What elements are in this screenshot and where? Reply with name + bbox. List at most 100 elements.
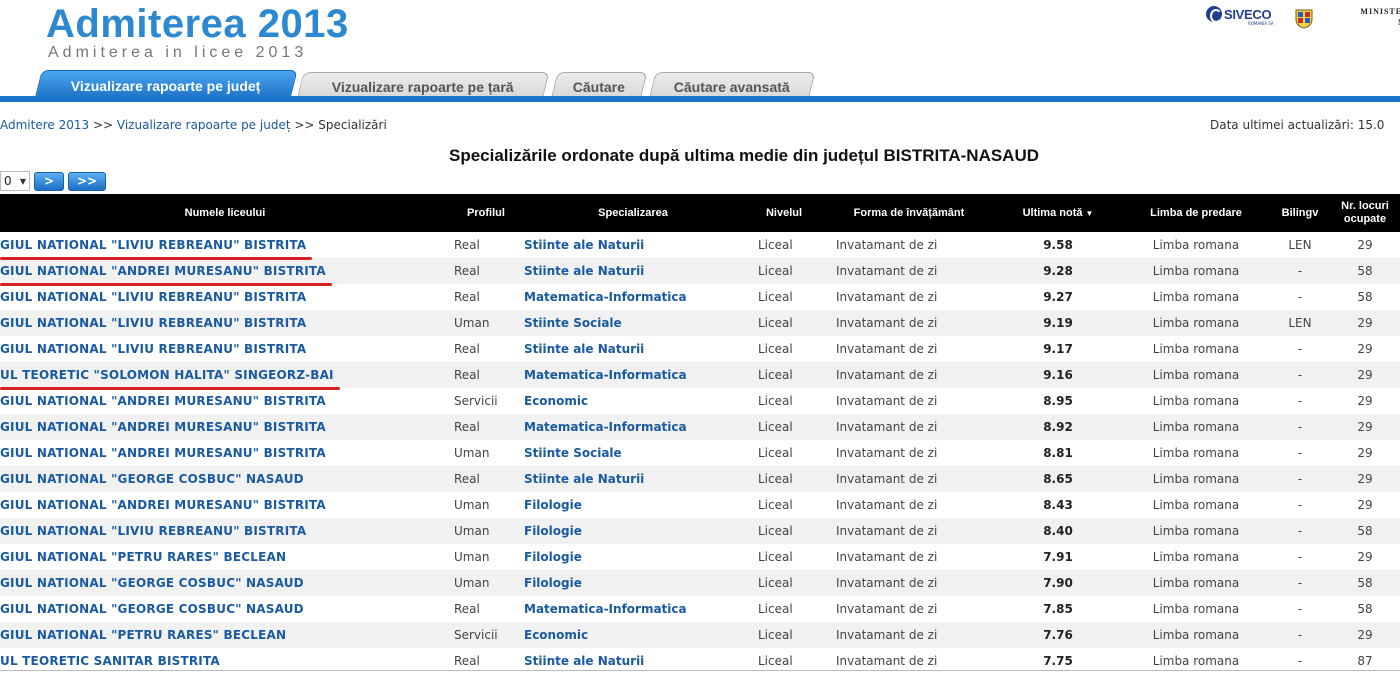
cell-locuri: 29 (1357, 394, 1373, 408)
cell-bilingv: - (1297, 550, 1303, 564)
cell-profil: Uman (454, 498, 490, 512)
page-heading: Specializările ordonate după ultima medi… (448, 146, 1040, 165)
cell-school[interactable]: UL TEORETIC "SOLOMON HALITA" SINGEORZ-BA… (0, 362, 450, 390)
breadcrumb-rapoarte-link[interactable]: Vizualizare rapoarte pe județ (117, 118, 291, 132)
cell-spec[interactable]: Filologie (522, 492, 744, 518)
ministry-line-2: NAȚI (1342, 17, 1400, 28)
cell-spec[interactable]: Stiinte ale Naturii (522, 336, 744, 362)
cell-profil: Real (454, 420, 480, 434)
table-row: GIUL NATIONAL "LIVIU REBREANU" BISTRITA U… (0, 310, 1400, 336)
cell-forma: Invatamant de zi (836, 394, 938, 408)
table-row: UL TEORETIC "SOLOMON HALITA" SINGEORZ-BA… (0, 362, 1400, 390)
cell-nota: 9.27 (1043, 290, 1073, 304)
cell-bilingv: LEN (1288, 238, 1312, 252)
breadcrumb: Admitere 2013 >> Vizualizare rapoarte pe… (0, 118, 387, 132)
school-link[interactable]: GIUL NATIONAL "LIVIU REBREANU" BISTRITA (0, 238, 306, 252)
cell-school[interactable]: GIUL NATIONAL "ANDREI MURESANU" BISTRITA (0, 388, 450, 414)
school-link[interactable]: GIUL NATIONAL "ANDREI MURESANU" BISTRITA (0, 498, 326, 512)
col-header-bilingv[interactable]: Bilingv (1270, 194, 1330, 232)
cell-limba: Limba romana (1152, 446, 1240, 460)
cell-school[interactable]: GIUL NATIONAL "PETRU RARES" BECLEAN (0, 622, 450, 648)
col-header-nota[interactable]: Ultima notă ▼ (994, 194, 1122, 232)
chevron-down-icon: ▼ (19, 176, 26, 186)
cell-nota: 7.90 (1043, 576, 1073, 590)
cell-forma: Invatamant de zi (836, 524, 938, 538)
col-header-profil[interactable]: Profilul (450, 194, 522, 232)
cell-forma: Invatamant de zi (836, 576, 938, 590)
school-link[interactable]: GIUL NATIONAL "LIVIU REBREANU" BISTRITA (0, 342, 306, 356)
cell-school[interactable]: GIUL NATIONAL "ANDREI MURESANU" BISTRITA (0, 258, 450, 286)
school-link[interactable]: GIUL NATIONAL "GEORGE COSBUC" NASAUD (0, 472, 304, 486)
col-header-spec[interactable]: Specializarea (522, 194, 744, 232)
cell-school[interactable]: GIUL NATIONAL "GEORGE COSBUC" NASAUD (0, 596, 450, 622)
school-link[interactable]: GIUL NATIONAL "LIVIU REBREANU" BISTRITA (0, 290, 306, 304)
last-page-button[interactable]: >> (68, 171, 106, 191)
cell-nivel: Liceal (758, 498, 793, 512)
school-link[interactable]: GIUL NATIONAL "GEORGE COSBUC" NASAUD (0, 602, 304, 616)
cell-spec[interactable]: Matematica-Informatica (522, 596, 744, 622)
school-link[interactable]: GIUL NATIONAL "ANDREI MURESANU" BISTRITA (0, 264, 326, 278)
cell-locuri: 29 (1357, 446, 1373, 460)
cell-limba: Limba romana (1152, 368, 1240, 382)
cell-school[interactable]: GIUL NATIONAL "GEORGE COSBUC" NASAUD (0, 466, 450, 492)
school-link[interactable]: GIUL NATIONAL "LIVIU REBREANU" BISTRITA (0, 524, 306, 538)
cell-spec[interactable]: Stiinte ale Naturii (522, 258, 744, 284)
cell-spec[interactable]: Matematica-Informatica (522, 284, 744, 310)
cell-spec[interactable]: Matematica-Informatica (522, 362, 744, 388)
cell-school[interactable]: GIUL NATIONAL "ANDREI MURESANU" BISTRITA (0, 440, 450, 466)
cell-limba: Limba romana (1152, 264, 1240, 278)
breadcrumb-separator: >> (294, 118, 315, 132)
cell-spec[interactable]: Filologie (522, 518, 744, 544)
page-select[interactable]: 0 ▼ (0, 171, 30, 191)
school-link[interactable]: GIUL NATIONAL "ANDREI MURESANU" BISTRITA (0, 420, 326, 434)
cell-nivel: Liceal (758, 238, 793, 252)
school-link[interactable]: GIUL NATIONAL "ANDREI MURESANU" BISTRITA (0, 446, 326, 460)
table-row: GIUL NATIONAL "LIVIU REBREANU" BISTRITA R… (0, 284, 1400, 310)
cell-spec[interactable]: Filologie (522, 570, 744, 596)
breadcrumb-admitere-link[interactable]: Admitere 2013 (0, 118, 89, 132)
next-page-button[interactable]: > (34, 171, 64, 191)
cell-school[interactable]: GIUL NATIONAL "LIVIU REBREANU" BISTRITA (0, 232, 450, 260)
col-header-locuri[interactable]: Nr. locuri ocupate (1330, 194, 1400, 232)
cell-spec[interactable]: Stiinte Sociale (522, 440, 744, 466)
school-link[interactable]: UL TEORETIC SANITAR BISTRITA (0, 654, 220, 668)
cell-spec[interactable]: Economic (522, 622, 744, 648)
specializations-table: Numele liceului Profilul Specializarea N… (0, 194, 1400, 673)
cell-school[interactable]: GIUL NATIONAL "LIVIU REBREANU" BISTRITA (0, 284, 450, 310)
cell-school[interactable]: GIUL NATIONAL "ANDREI MURESANU" BISTRITA (0, 492, 450, 518)
cell-school[interactable]: GIUL NATIONAL "LIVIU REBREANU" BISTRITA (0, 518, 450, 544)
col-header-school[interactable]: Numele liceului (0, 194, 450, 232)
school-link[interactable]: GIUL NATIONAL "PETRU RARES" BECLEAN (0, 628, 286, 642)
cell-locuri: 29 (1357, 472, 1373, 486)
school-link[interactable]: GIUL NATIONAL "GEORGE COSBUC" NASAUD (0, 576, 304, 590)
cell-spec[interactable]: Matematica-Informatica (522, 414, 744, 440)
col-header-forma[interactable]: Forma de învățământ (824, 194, 994, 232)
cell-spec[interactable]: Economic (522, 388, 744, 414)
siveco-logo-icon (1206, 6, 1222, 23)
cell-school[interactable]: GIUL NATIONAL "LIVIU REBREANU" BISTRITA (0, 310, 450, 336)
cell-school[interactable]: GIUL NATIONAL "ANDREI MURESANU" BISTRITA (0, 414, 450, 440)
table-row: GIUL NATIONAL "GEORGE COSBUC" NASAUD Real… (0, 596, 1400, 622)
cell-locuri: 58 (1357, 602, 1373, 616)
cell-school[interactable]: GIUL NATIONAL "PETRU RARES" BECLEAN (0, 544, 450, 570)
coat-of-arms-icon (1295, 9, 1313, 29)
cell-locuri: 29 (1357, 498, 1373, 512)
cell-bilingv: - (1297, 420, 1303, 434)
cell-school[interactable]: GIUL NATIONAL "GEORGE COSBUC" NASAUD (0, 570, 450, 596)
cell-bilingv: - (1297, 498, 1303, 512)
col-header-limba[interactable]: Limba de predare (1122, 194, 1270, 232)
cell-spec[interactable]: Filologie (522, 544, 744, 570)
cell-bilingv: - (1297, 602, 1303, 616)
school-link[interactable]: GIUL NATIONAL "ANDREI MURESANU" BISTRITA (0, 394, 326, 408)
cell-spec[interactable]: Stiinte ale Naturii (522, 466, 744, 492)
cell-spec[interactable]: Stiinte Sociale (522, 310, 744, 336)
school-link[interactable]: GIUL NATIONAL "LIVIU REBREANU" BISTRITA (0, 316, 306, 330)
cell-school[interactable]: GIUL NATIONAL "LIVIU REBREANU" BISTRITA (0, 336, 450, 362)
school-link[interactable]: GIUL NATIONAL "PETRU RARES" BECLEAN (0, 550, 286, 564)
cell-profil: Real (454, 368, 480, 382)
cell-profil: Real (454, 264, 480, 278)
school-link[interactable]: UL TEORETIC "SOLOMON HALITA" SINGEORZ-BA… (0, 368, 334, 382)
cell-spec[interactable]: Stiinte ale Naturii (522, 232, 744, 258)
cell-limba: Limba romana (1152, 394, 1240, 408)
col-header-nivel[interactable]: Nivelul (744, 194, 824, 232)
